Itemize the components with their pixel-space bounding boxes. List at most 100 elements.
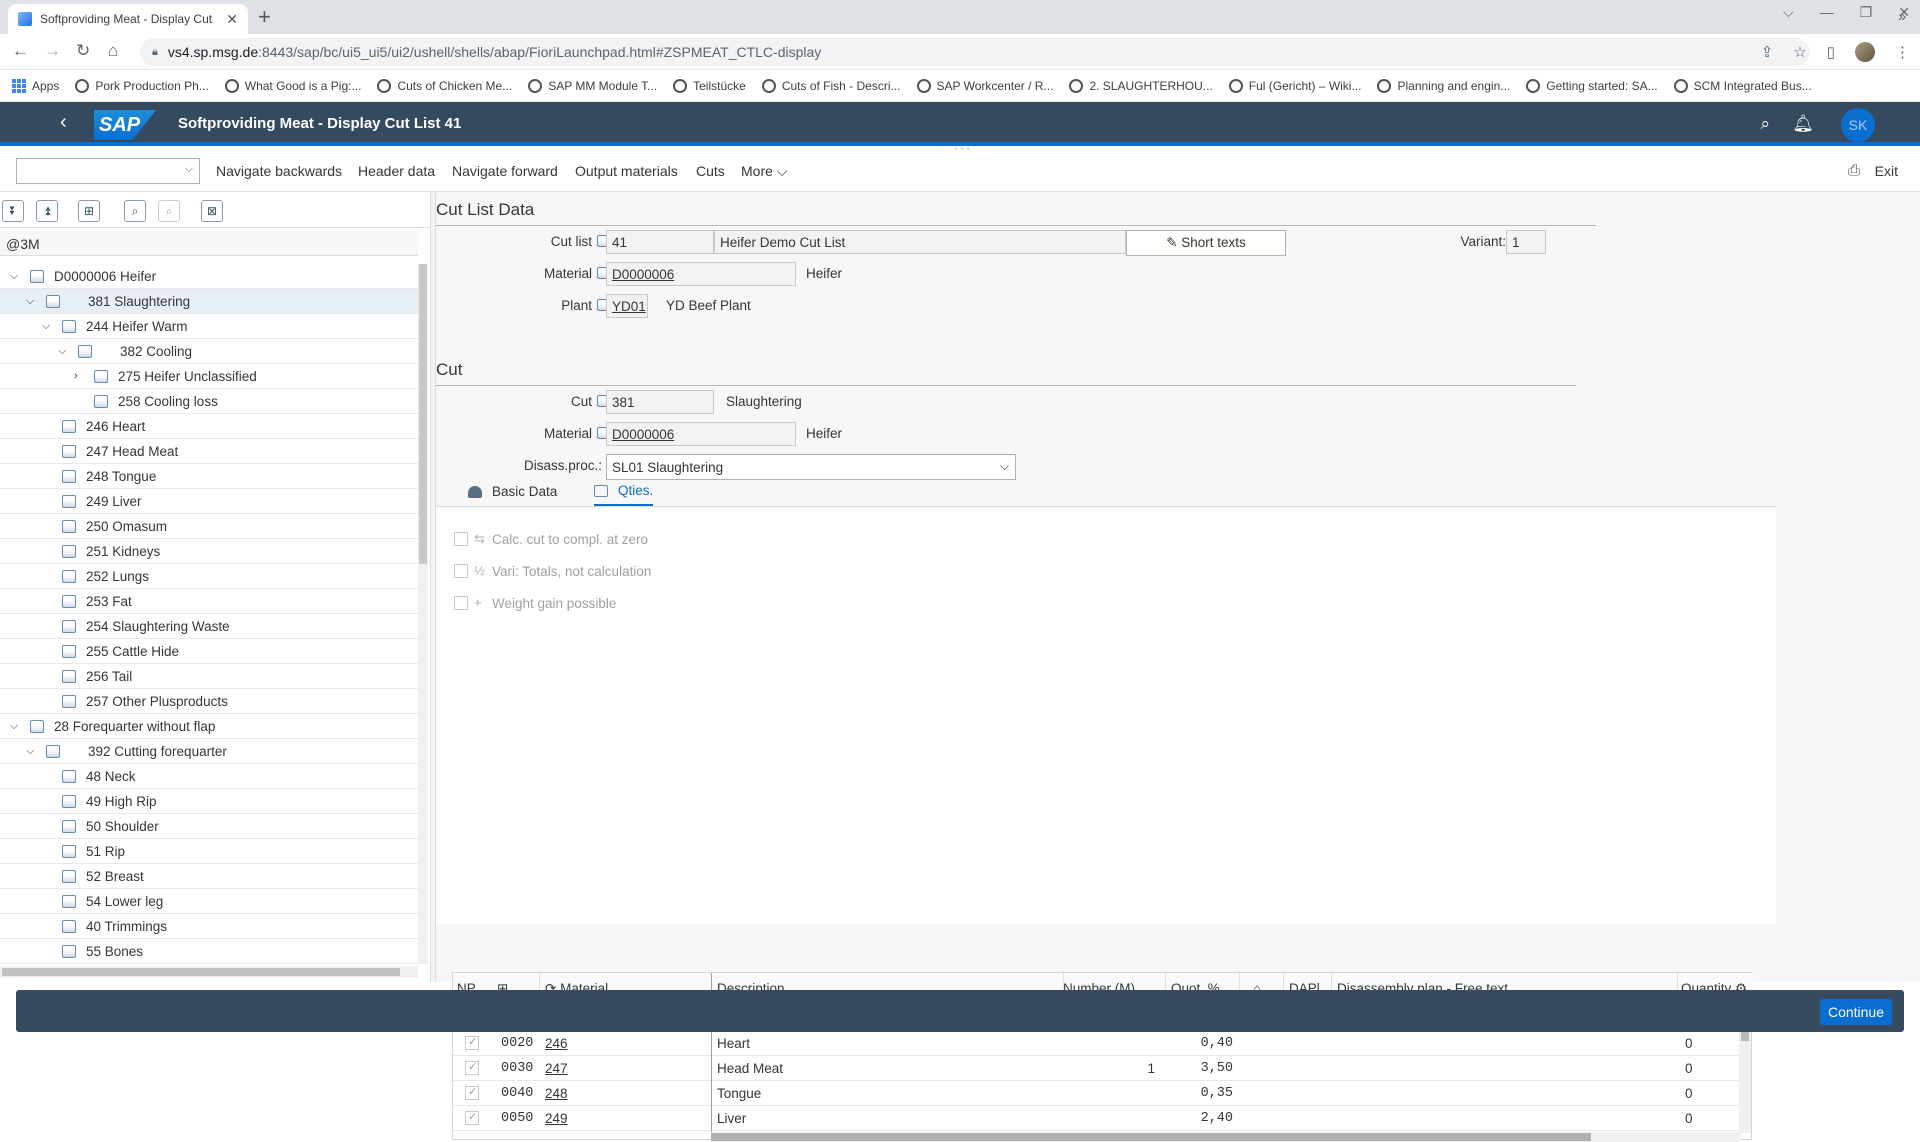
expand-all-icon[interactable]: ⏬︎	[2, 200, 24, 222]
bookmarks-more-icon[interactable]: »	[1898, 8, 1906, 24]
tree-node[interactable]: 51 Rip	[0, 839, 418, 864]
cut-field[interactable]: 381	[606, 390, 714, 414]
tree-node[interactable]: 253 Fat	[0, 589, 418, 614]
back-arrow-icon[interactable]: ←	[12, 41, 29, 61]
navigate-backwards-button[interactable]: Navigate backwards	[216, 163, 342, 179]
share-icon[interactable]: ⇪	[1761, 43, 1774, 61]
tree-horizontal-scrollbar[interactable]	[0, 966, 418, 978]
tree-node[interactable]: 256 Tail	[0, 664, 418, 689]
bookmark-item[interactable]: 2. SLAUGHTERHOU...	[1069, 78, 1213, 93]
option-checkbox[interactable]	[454, 596, 468, 610]
chevron-down-icon[interactable]: ⌵	[1783, 4, 1794, 21]
tree-node[interactable]: ⌵ 392 Cutting forequarter	[0, 739, 418, 764]
cut-material-field[interactable]: D0000006	[606, 422, 796, 446]
cell-material[interactable]: 247	[545, 1061, 568, 1076]
bookmark-item[interactable]: Cuts of Chicken Me...	[377, 78, 512, 93]
cutlist-desc-field[interactable]: Heifer Demo Cut List	[714, 230, 1126, 254]
close-tree-icon[interactable]: ⊠	[201, 200, 223, 222]
forward-arrow-icon[interactable]: →	[44, 41, 61, 61]
restore-icon[interactable]: ❐	[1860, 4, 1873, 21]
tree-node[interactable]: 254 Slaughtering Waste	[0, 614, 418, 639]
plant-field[interactable]: YD01	[606, 294, 648, 318]
bookmark-item[interactable]: Getting started: SA...	[1526, 78, 1658, 93]
row-checkbox[interactable]	[465, 1060, 479, 1075]
tree-node[interactable]: ⌵ 381 Slaughtering	[0, 289, 418, 314]
bookmark-apps[interactable]: Apps	[12, 78, 59, 93]
tree-node[interactable]: 50 Shoulder	[0, 814, 418, 839]
table-row[interactable]: 0050 249 Liver 2,40 0	[453, 1106, 1743, 1131]
sap-logo[interactable]: SAP	[94, 110, 156, 140]
option-checkbox[interactable]	[454, 564, 468, 578]
tree-node[interactable]: 258 Cooling loss	[0, 389, 418, 414]
material-field[interactable]: D0000006	[606, 262, 796, 286]
tree-node[interactable]: ⌵ 244 Heifer Warm	[0, 314, 418, 339]
navigate-forward-button[interactable]: Navigate forward	[452, 163, 558, 179]
home-icon[interactable]: ⌂	[108, 41, 118, 61]
output-materials-button[interactable]: Output materials	[575, 163, 678, 179]
grid-horizontal-scrollbar[interactable]	[711, 1132, 1741, 1142]
star-icon[interactable]: ☆	[1793, 43, 1806, 61]
table-row[interactable]: 0040 248 Tongue 0,35 0	[453, 1081, 1743, 1106]
search-icon[interactable]: ⌕	[1760, 114, 1770, 134]
new-tab-button[interactable]: +	[258, 5, 271, 29]
tree-node[interactable]: 48 Neck	[0, 764, 418, 789]
tab-qties[interactable]: Qties.	[594, 478, 654, 506]
tree-node[interactable]: › 275 Heifer Unclassified	[0, 364, 418, 389]
tree-node[interactable]: 249 Liver	[0, 489, 418, 514]
close-tab-icon[interactable]: ✕	[226, 11, 238, 28]
disass-proc-select[interactable]: SL01 Slaughtering ⌵	[606, 454, 1016, 480]
tree-node[interactable]: 252 Lungs	[0, 564, 418, 589]
tree-node[interactable]: 248 Tongue	[0, 464, 418, 489]
shell-back-icon[interactable]: ‹	[60, 111, 67, 134]
tree-node[interactable]: 246 Heart	[0, 414, 418, 439]
menu-dots-icon[interactable]: ⋮	[1895, 43, 1910, 61]
exit-button[interactable]: Exit	[1875, 163, 1898, 179]
hierarchy-icon[interactable]: ⊞	[78, 200, 100, 222]
tree-vertical-scrollbar[interactable]	[418, 264, 428, 964]
tree-node[interactable]: 255 Cattle Hide	[0, 639, 418, 664]
bookmark-item[interactable]: Planning and engin...	[1377, 78, 1510, 93]
print-icon[interactable]: ⎙	[1848, 162, 1860, 179]
tree-node[interactable]: ⌵ 28 Forequarter without flap	[0, 714, 418, 739]
tree-node[interactable]: 52 Breast	[0, 864, 418, 889]
more-button[interactable]: More ⌵	[741, 163, 787, 180]
chevron-right-icon[interactable]: ›	[74, 364, 78, 389]
cell-material[interactable]: 249	[545, 1111, 568, 1126]
find-next-icon[interactable]: ⌕	[158, 200, 180, 222]
bookmark-item[interactable]: What Good is a Pig:...	[224, 78, 361, 93]
chevron-down-icon[interactable]: ⌵	[26, 739, 34, 764]
row-checkbox[interactable]	[465, 1085, 479, 1100]
tree-node[interactable]: 251 Kidneys	[0, 539, 418, 564]
reload-icon[interactable]: ↻	[76, 41, 90, 61]
command-field[interactable]: ⌵	[16, 158, 200, 184]
bookmark-item[interactable]: Ful (Gericht) – Wiki...	[1228, 78, 1361, 93]
tree-node[interactable]: 250 Omasum	[0, 514, 418, 539]
url-field[interactable]: 🔒︎ vs4.sp.msg.de:8443/sap/bc/ui5_ui5/ui2…	[140, 38, 1810, 66]
user-avatar[interactable]: SK	[1841, 108, 1875, 142]
bookmark-item[interactable]: Pork Production Ph...	[75, 78, 209, 93]
collapse-all-icon[interactable]: ⏫︎	[36, 200, 58, 222]
minimize-icon[interactable]: —	[1820, 4, 1834, 21]
tree-node[interactable]: 257 Other Plusproducts	[0, 689, 418, 714]
cell-material[interactable]: 248	[545, 1086, 568, 1101]
bookmark-item[interactable]: SAP MM Module T...	[528, 78, 657, 93]
bookmark-item[interactable]: Teilstücke	[673, 78, 746, 93]
cell-material[interactable]: 246	[545, 1036, 568, 1051]
tree-node[interactable]: 247 Head Meat	[0, 439, 418, 464]
variant-field[interactable]: 1	[1506, 230, 1546, 254]
table-row[interactable]: 0030 247 Head Meat 1 3,50 0	[453, 1056, 1743, 1081]
tree-node[interactable]: 54 Lower leg	[0, 889, 418, 914]
tree-node[interactable]: ⌵ D0000006 Heifer	[0, 264, 418, 289]
notification-bell-icon[interactable]: 🔔︎	[1792, 114, 1814, 134]
row-checkbox[interactable]	[465, 1110, 479, 1125]
bookmark-item[interactable]: SAP Workcenter / R...	[916, 78, 1053, 93]
tree-node[interactable]: 49 High Rip	[0, 789, 418, 814]
browser-tab[interactable]: Softproviding Meat - Display Cut ✕	[8, 4, 248, 34]
header-data-button[interactable]: Header data	[358, 163, 435, 179]
tree-node[interactable]: 40 Trimmings	[0, 914, 418, 939]
option-checkbox[interactable]	[454, 532, 468, 546]
cutlist-field[interactable]: 41	[606, 230, 714, 254]
table-row[interactable]: 0020 246 Heart 0,40 0	[453, 1031, 1743, 1056]
tab-basic-data[interactable]: Basic Data	[468, 478, 557, 506]
chevron-down-icon[interactable]: ⌵	[10, 714, 18, 739]
